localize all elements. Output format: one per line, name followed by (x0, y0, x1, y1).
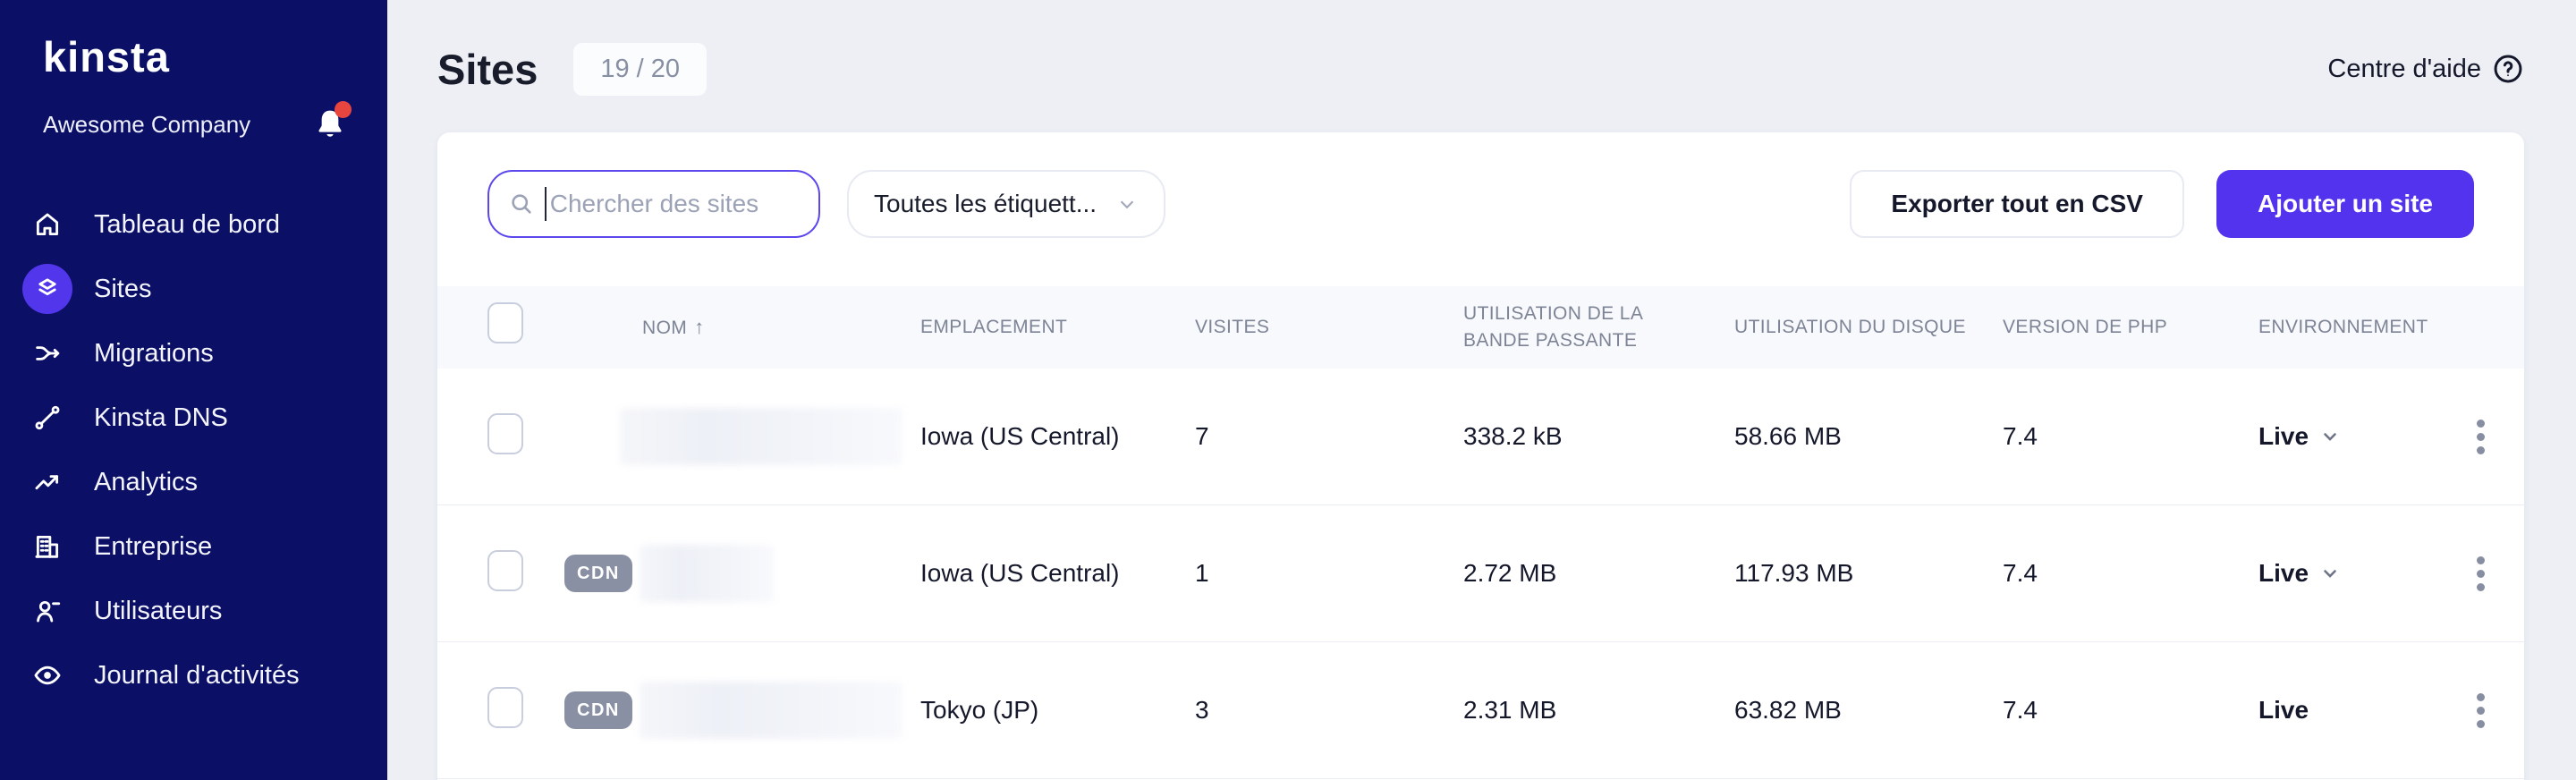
dns-icon (22, 393, 72, 443)
sites-icon (22, 264, 72, 314)
sidebar-item-label: Analytics (94, 467, 199, 496)
notifications-bell-icon[interactable] (312, 101, 352, 142)
cdn-badge: CDN (564, 555, 632, 592)
table-row: Iowa (US Central) 7 338.2 kB 58.66 MB 7.… (437, 369, 2524, 505)
bandwidth-cell: 2.31 MB (1463, 696, 1557, 724)
location-cell: Iowa (US Central) (920, 559, 1120, 587)
site-name-redacted[interactable] (639, 545, 774, 602)
activity-icon (22, 650, 72, 700)
bandwidth-cell: 338.2 kB (1463, 422, 1563, 450)
column-header-disque[interactable]: UTILISATION DU DISQUE (1716, 314, 1985, 341)
sidebar-item-label: Journal d'activités (94, 660, 300, 690)
sidebar-item-label: Utilisateurs (94, 596, 223, 625)
main-content: Sites 19 / 20 Centre d'aide Toutes les é… (387, 0, 2576, 780)
notification-dot (335, 101, 352, 118)
site-name-cell: CDN (547, 545, 902, 602)
bandwidth-cell: 2.72 MB (1463, 559, 1557, 587)
cdn-badge: CDN (564, 691, 632, 729)
site-name-cell (547, 408, 902, 465)
column-header-bande-passante[interactable]: UTILISATION DE LA BANDE PASSANTE (1445, 301, 1716, 355)
sidebar-item-analytics[interactable]: Analytics (0, 450, 387, 514)
php-version-cell: 7.4 (2003, 422, 2038, 450)
help-center-link[interactable]: Centre d'aide (2327, 53, 2524, 85)
environment-dropdown[interactable]: Live (2241, 422, 2437, 451)
site-name-cell: CDN (547, 682, 902, 739)
sidebar: Kinsta Awesome Company Tableau de bord Si… (0, 0, 387, 780)
tags-filter-dropdown[interactable]: Toutes les étiquett... (847, 170, 1165, 238)
sidebar-item-tableau-de-bord[interactable]: Tableau de bord (0, 192, 387, 257)
php-version-cell: 7.4 (2003, 696, 2038, 724)
sidebar-item-migrations[interactable]: Migrations (0, 321, 387, 386)
question-mark-icon (2494, 55, 2522, 83)
migrations-icon (22, 328, 72, 378)
export-csv-button[interactable]: Exporter tout en CSV (1850, 170, 2184, 238)
search-icon (512, 194, 531, 214)
home-icon (22, 199, 72, 250)
sidebar-item-utilisateurs[interactable]: Utilisateurs (0, 579, 387, 643)
column-header-nom[interactable]: NOM ↑ (547, 313, 902, 342)
column-header-php[interactable]: VERSION DE PHP (1985, 314, 2241, 341)
kinsta-logo: Kinsta (43, 33, 170, 81)
table-row: CDN Iowa (US Central) 1 2.72 MB 117.93 M… (437, 505, 2524, 642)
company-icon (22, 521, 72, 572)
sidebar-item-label: Kinsta DNS (94, 403, 228, 432)
column-header-environnement[interactable]: ENVIRONNEMENT (2241, 314, 2437, 341)
brand: Kinsta (0, 0, 387, 81)
table-body: Iowa (US Central) 7 338.2 kB 58.66 MB 7.… (437, 369, 2524, 779)
chevron-down-icon (2324, 570, 2336, 578)
site-name-redacted[interactable] (639, 682, 902, 739)
location-cell: Tokyo (JP) (920, 696, 1039, 724)
sort-asc-icon: ↑ (694, 315, 705, 338)
sidebar-nav: Tableau de bord Sites Migrations Kinsta DNS… (0, 192, 387, 708)
add-site-button[interactable]: Ajouter un site (2216, 170, 2474, 238)
location-cell: Iowa (US Central) (920, 422, 1120, 450)
sidebar-item-label: Sites (94, 274, 152, 303)
site-name-redacted[interactable] (620, 408, 902, 465)
environment-dropdown[interactable]: Live (2241, 559, 2437, 588)
table-row: CDN Tokyo (JP) 3 2.31 MB 63.82 MB 7.4 Li… (437, 642, 2524, 779)
sidebar-item-label: Migrations (94, 338, 214, 368)
chevron-down-icon (2324, 433, 2336, 441)
text-cursor (545, 187, 547, 221)
disk-cell: 58.66 MB (1734, 422, 1842, 450)
page-title: Sites (437, 45, 538, 93)
kebab-menu-icon[interactable] (2470, 549, 2492, 598)
select-all-checkbox[interactable] (487, 302, 523, 344)
company-name: Awesome Company (43, 110, 251, 138)
disk-cell: 117.93 MB (1734, 559, 1854, 587)
sidebar-item-journal-d-activit-s[interactable]: Journal d'activités (0, 643, 387, 708)
search-sites-box[interactable] (487, 170, 820, 238)
visits-cell: 7 (1195, 422, 1209, 450)
row-checkbox[interactable] (487, 686, 523, 728)
chevron-down-icon (1120, 200, 1134, 209)
search-input[interactable] (549, 190, 799, 218)
analytics-icon (22, 457, 72, 507)
php-version-cell: 7.4 (2003, 559, 2038, 587)
sites-card: Toutes les étiquett... Exporter tout en … (437, 132, 2524, 780)
sites-count-badge: 19 / 20 (573, 42, 708, 96)
column-header-visites[interactable]: VISITES (1177, 314, 1445, 341)
sidebar-item-label: Tableau de bord (94, 209, 280, 239)
row-checkbox[interactable] (487, 412, 523, 454)
sidebar-item-entreprise[interactable]: Entreprise (0, 514, 387, 579)
visits-cell: 1 (1195, 559, 1209, 587)
row-checkbox[interactable] (487, 549, 523, 591)
disk-cell: 63.82 MB (1734, 696, 1842, 724)
sidebar-item-kinsta-dns[interactable]: Kinsta DNS (0, 386, 387, 450)
visits-cell: 3 (1195, 696, 1209, 724)
environment-dropdown[interactable]: Live (2241, 696, 2437, 725)
sidebar-item-label: Entreprise (94, 531, 213, 561)
column-header-emplacement[interactable]: EMPLACEMENT (902, 314, 1177, 341)
users-icon (22, 586, 72, 636)
kebab-menu-icon[interactable] (2470, 412, 2492, 462)
kebab-menu-icon[interactable] (2470, 686, 2492, 735)
table-header: NOM ↑ EMPLACEMENT VISITES UTILISATION DE … (437, 286, 2524, 369)
sidebar-item-sites[interactable]: Sites (0, 257, 387, 321)
